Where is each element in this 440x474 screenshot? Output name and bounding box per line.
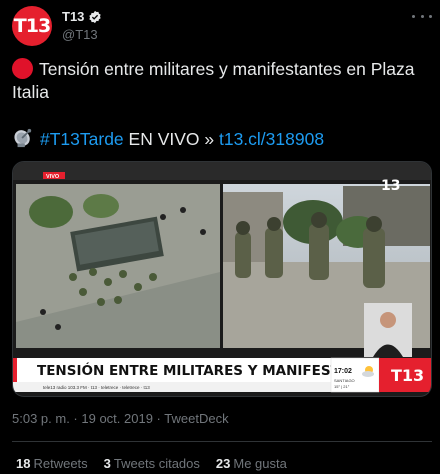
weather-temp: 15° | 21° [334,384,350,389]
red-circle-emoji-icon [12,58,33,79]
user-handle[interactable]: @T13 [62,27,98,42]
meta-separator: · [152,411,165,426]
retweets-stat[interactable]: 18 Retweets [16,456,88,471]
meta-separator: · [69,411,82,426]
live-badge-text: VIVO [46,174,60,180]
cloud-icon [362,371,374,377]
likes-label: Me gusta [233,456,287,471]
avatar[interactable]: T13 [12,6,52,46]
corner-logo: 13 [381,178,400,194]
quotes-count: 3 [103,456,111,471]
author-name-row[interactable]: T13 [62,9,102,24]
tweet-text: Tensión entre militares y manifestantes … [12,58,430,104]
clock-time: 17:02 [334,368,352,375]
retweets-count: 18 [16,456,31,471]
avatar-logo-text: T13 [13,15,51,37]
tweet-date[interactable]: 19 oct. 2019 [81,411,153,426]
display-name[interactable]: T13 [62,9,84,24]
broadcast-logo: T13 [391,366,424,385]
more-options-icon[interactable] [412,8,432,24]
hashtag-link[interactable]: #T13Tarde [40,129,124,149]
tweet-header: T13 T13 @T13 [12,6,432,46]
satellite-antenna-emoji-icon [14,128,32,148]
article-link[interactable]: t13.cl/318908 [219,129,324,149]
quotes-stat[interactable]: 3 Tweets citados [104,456,200,471]
engagement-stats: 18 Retweets 3 Tweets citados 23 Me gusta [16,456,287,471]
tweet-meta: 5:03 p. m. · 19 oct. 2019 · TweetDeck [12,411,229,426]
retweets-label: Retweets [33,456,88,471]
likes-stat[interactable]: 23 Me gusta [216,456,287,471]
video-media[interactable]: VIVO 13 TENSIÓN ENTRE MILITARES Y MANIFE… [12,161,432,397]
live-text: EN VIVO » [123,129,219,149]
quotes-label: Tweets citados [113,456,200,471]
clock-city: SANTIAGO [334,378,355,383]
ticker-text: tele13 radio 103.3 FM · t13 · teletrece … [43,385,150,390]
tweet-text-live-line: #T13Tarde EN VIVO » t13.cl/318908 [12,128,324,151]
tweet-time[interactable]: 5:03 p. m. [12,411,70,426]
tweet-source[interactable]: TweetDeck [164,411,228,426]
tweet-text-line1: Tensión entre militares y manifestantes … [12,59,415,102]
verified-badge-icon [89,10,102,23]
divider [12,441,432,442]
video-frame: VIVO 13 TENSIÓN ENTRE MILITARES Y MANIFE… [13,162,431,393]
likes-count: 23 [215,456,231,471]
